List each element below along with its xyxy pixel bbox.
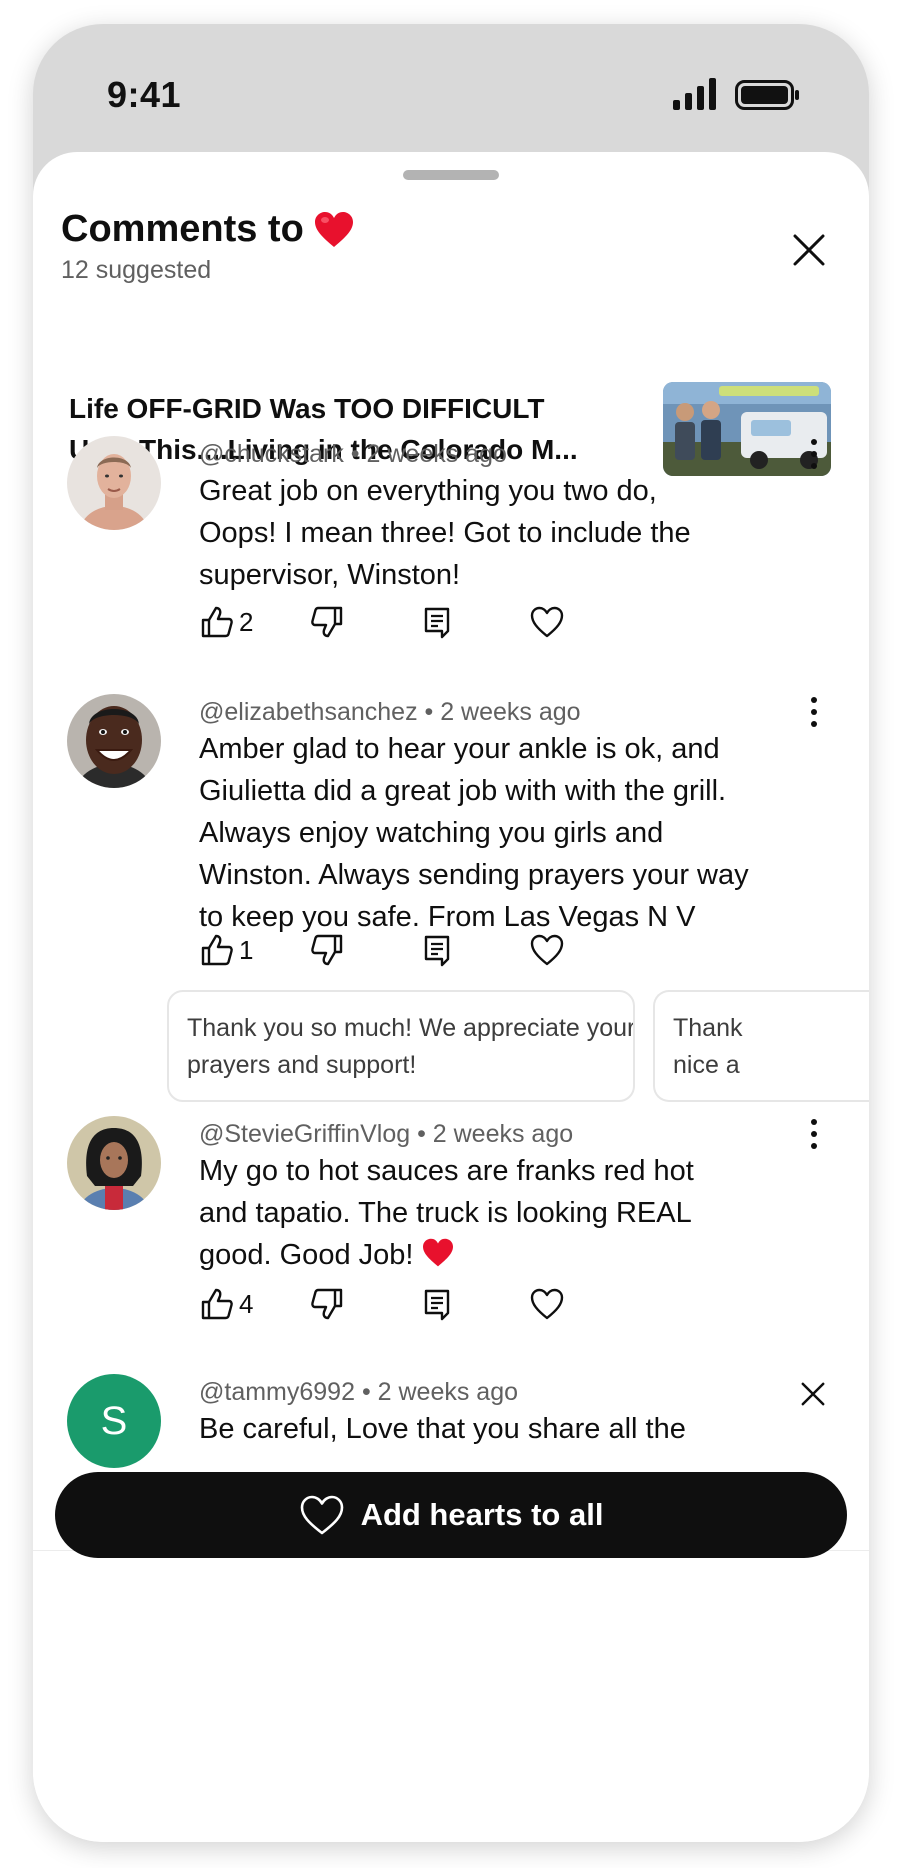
add-hearts-label: Add hearts to all: [360, 1497, 604, 1532]
comment-text-line: Always enjoy watching you girls and: [199, 817, 664, 849]
kebab-menu-icon[interactable]: [799, 434, 829, 474]
comment-text: My go to hot sauces are franks red hot a…: [199, 1150, 829, 1276]
like-button[interactable]: 1: [199, 930, 253, 970]
comment-meta: @chuckstark • 2 weeks ago: [199, 440, 507, 468]
avatar[interactable]: [67, 694, 161, 788]
close-icon[interactable]: [787, 228, 831, 272]
comment-text: Be careful, Love that you share all the: [199, 1408, 829, 1450]
sheet-title-text: Comments to: [61, 208, 304, 250]
avatar-letter: S: [100, 1398, 128, 1443]
suggested-reply-chip[interactable]: Thank nice a: [653, 990, 869, 1102]
thumbs-down-icon: [311, 606, 343, 638]
comment-text-line: Oops! I mean three! Got to include the: [199, 517, 691, 549]
video-title-line: Life OFF-GRID Was TOO DIFFICULT: [69, 393, 545, 424]
dislike-button[interactable]: [309, 1284, 345, 1324]
heart-outline-icon: [300, 1495, 343, 1535]
suggested-count: 12 suggested: [61, 256, 212, 284]
reply-button[interactable]: [419, 930, 455, 970]
reply-icon: [424, 607, 450, 639]
comment-text-line: and tapatio. The truck is looking REAL: [199, 1197, 692, 1229]
kebab-menu-icon[interactable]: [799, 692, 829, 732]
comment-actions: 2: [199, 602, 799, 642]
reply-icon: [424, 1289, 450, 1321]
suggested-reply-text: Thank: [673, 1014, 743, 1042]
like-button[interactable]: 4: [199, 1284, 253, 1324]
reply-button[interactable]: [419, 602, 455, 642]
dislike-button[interactable]: [309, 930, 345, 970]
phone-frame: 9:41 Comments to 12 suggested Life OFF-G…: [33, 24, 869, 1842]
comment-actions: 1: [199, 930, 799, 970]
comment-meta: @tammy6992 • 2 weeks ago: [199, 1378, 519, 1406]
avatar[interactable]: [67, 1116, 161, 1210]
suggested-reply-text: nice a: [673, 1051, 740, 1079]
like-count: 1: [239, 934, 254, 965]
suggested-reply-chip[interactable]: Thank you so much! We appreciate your pr…: [167, 990, 635, 1102]
comment-text-line: My go to hot sauces are franks red hot: [199, 1155, 694, 1187]
heart-emoji-icon: [314, 211, 353, 247]
battery-icon: [735, 80, 799, 110]
avatar[interactable]: S: [67, 1374, 161, 1468]
comment-text: Great job on everything you two do, Oops…: [199, 470, 829, 596]
comment-text-segment: good. Good Job!: [199, 1239, 414, 1271]
status-time: 9:41: [107, 74, 182, 115]
comments-sheet: Comments to 12 suggested Life OFF-GRID W…: [33, 152, 869, 1842]
sheet-grabber[interactable]: [403, 170, 499, 180]
add-hearts-to-all-button[interactable]: Add hearts to all: [55, 1472, 847, 1558]
suggested-reply-text: prayers and support!: [187, 1051, 417, 1079]
suggested-reply-text: Thank you so much! We appreciate your: [187, 1014, 635, 1042]
comment-text-line: supervisor, Winston!: [199, 559, 461, 591]
comment-text-line: Amber glad to hear your ankle is ok, and: [199, 733, 720, 765]
like-count: 4: [239, 1288, 254, 1319]
thumbs-down-icon: [311, 1288, 343, 1320]
comment-text-line: Winston. Always sending prayers your way: [199, 859, 749, 891]
comment-actions: 4: [199, 1284, 799, 1324]
heart-outline-icon: [530, 1288, 564, 1320]
heart-button[interactable]: [529, 930, 565, 970]
heart-outline-icon: [530, 606, 564, 638]
kebab-menu-icon[interactable]: [799, 1114, 829, 1154]
comment-meta: @StevieGriffinVlog • 2 weeks ago: [199, 1120, 574, 1148]
reply-icon: [424, 935, 450, 967]
comment-text-line: Great job on everything you two do,: [199, 475, 657, 507]
comment-text-line: Be careful, Love that you share all the: [199, 1413, 686, 1445]
avatar[interactable]: [67, 436, 161, 530]
dismiss-comment-icon[interactable]: [797, 1378, 829, 1410]
heart-button[interactable]: [529, 1284, 565, 1324]
comment-text-line: Giulietta did a great job with with the …: [199, 775, 727, 807]
sheet-title: Comments to: [61, 208, 354, 251]
bottom-bar: [33, 1550, 869, 1842]
thumbs-down-icon: [311, 934, 343, 966]
like-count: 2: [239, 606, 254, 637]
comment-text-line: good. Good Job!: [199, 1234, 829, 1276]
reply-button[interactable]: [419, 1284, 455, 1324]
thumbs-up-icon: [201, 606, 233, 638]
heart-outline-icon: [530, 934, 564, 966]
heart-emoji-icon: [422, 1238, 453, 1267]
like-button[interactable]: 2: [199, 602, 253, 642]
thumbs-up-icon: [201, 934, 233, 966]
signal-icon: [673, 78, 716, 110]
thumbs-up-icon: [201, 1288, 233, 1320]
dislike-button[interactable]: [309, 602, 345, 642]
heart-button[interactable]: [529, 602, 565, 642]
comment-text: Amber glad to hear your ankle is ok, and…: [199, 728, 829, 938]
comment-meta: @elizabethsanchez • 2 weeks ago: [199, 698, 581, 726]
